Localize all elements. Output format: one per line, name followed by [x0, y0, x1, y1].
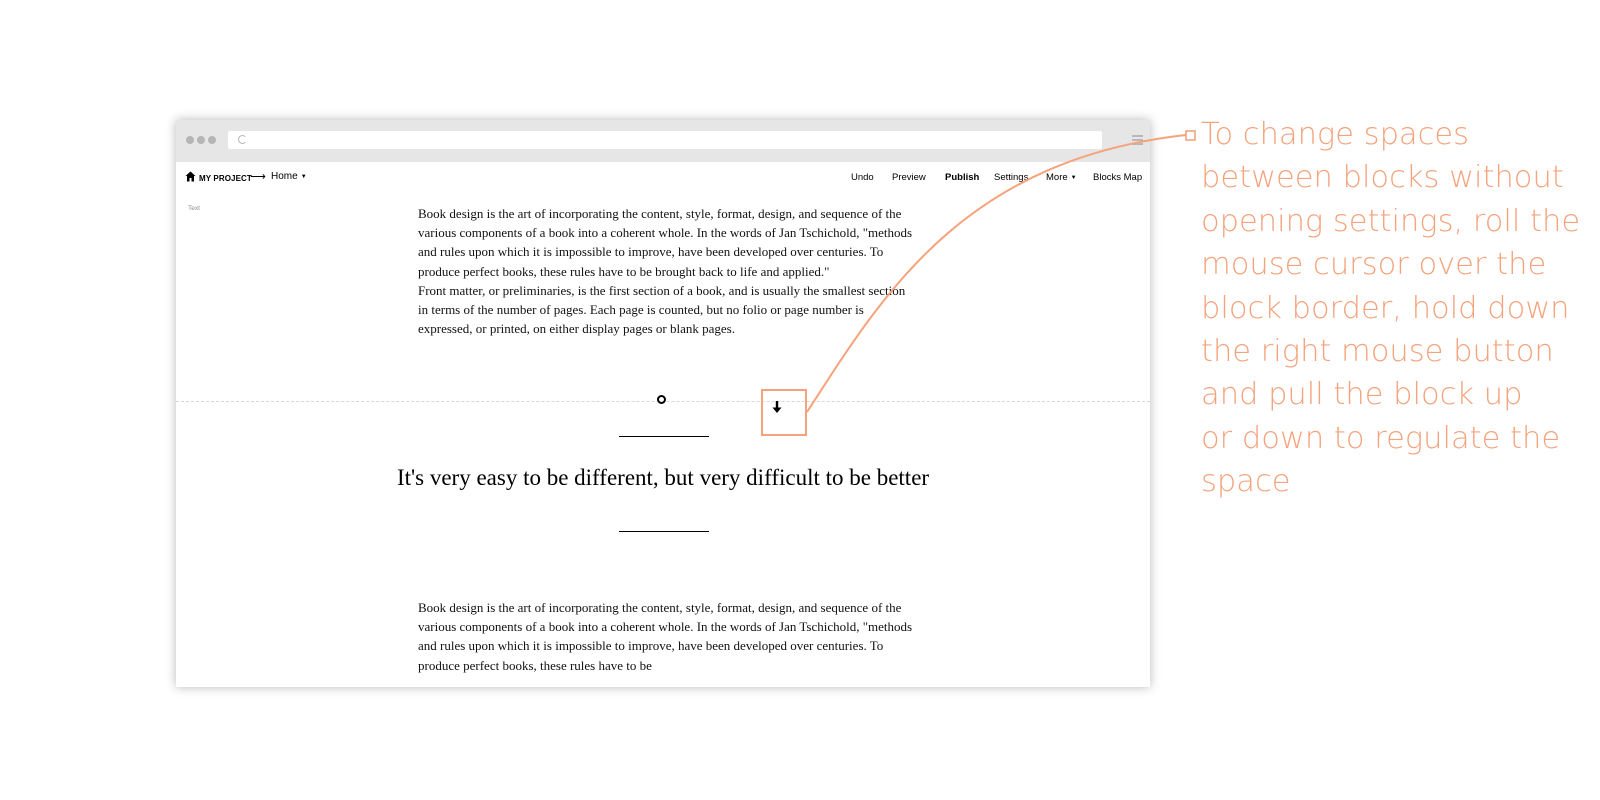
project-name[interactable]: MY PROJECT — [199, 174, 252, 183]
reload-icon[interactable] — [238, 135, 247, 144]
circle-icon[interactable] — [657, 395, 666, 404]
text-block[interactable]: Book design is the art of incorporating … — [418, 598, 918, 675]
window-dot-icon — [186, 136, 194, 144]
caret-down-icon: ▼ — [1070, 175, 1077, 181]
undo-button[interactable]: Undo — [851, 172, 874, 183]
preview-button[interactable]: Preview — [892, 172, 926, 183]
paragraph: Book design is the art of incorporating … — [418, 206, 913, 279]
more-label: More — [1046, 172, 1068, 183]
browser-chrome — [176, 120, 1150, 162]
paragraph: Front matter, or preliminaries, is the f… — [418, 282, 906, 337]
block-type-label: Text — [188, 205, 200, 212]
text-block[interactable]: Book design is the art of incorporating … — [418, 204, 918, 338]
breadcrumb-arrow-icon: ⟶ — [250, 171, 266, 183]
hamburger-icon[interactable] — [1132, 135, 1143, 145]
callout-text: To change spaces between blocks without … — [1201, 117, 1581, 500]
browser-window: MY PROJECT ⟶ Home ▼ Undo Preview Publish … — [176, 120, 1150, 687]
blocks-map-button[interactable]: Blocks Map — [1093, 172, 1142, 183]
page-select[interactable]: Home ▼ — [271, 171, 307, 182]
publish-button[interactable]: Publish — [945, 172, 979, 183]
window-dot-icon — [208, 136, 216, 144]
quote-heading[interactable]: It's very easy to be different, but very… — [176, 465, 1150, 491]
home-icon[interactable] — [185, 171, 196, 182]
caret-down-icon: ▼ — [300, 174, 307, 180]
divider — [619, 436, 709, 437]
editor-toolbar: MY PROJECT ⟶ Home ▼ Undo Preview Publish … — [176, 162, 1150, 198]
more-menu[interactable]: More ▼ — [1046, 172, 1077, 183]
highlight-box — [761, 389, 807, 436]
window-dot-icon — [197, 136, 205, 144]
divider — [619, 531, 709, 532]
settings-button[interactable]: Settings — [994, 172, 1028, 183]
address-bar[interactable] — [228, 131, 1102, 149]
paragraph: Book design is the art of incorporating … — [418, 600, 913, 673]
page-name: Home — [271, 171, 298, 182]
